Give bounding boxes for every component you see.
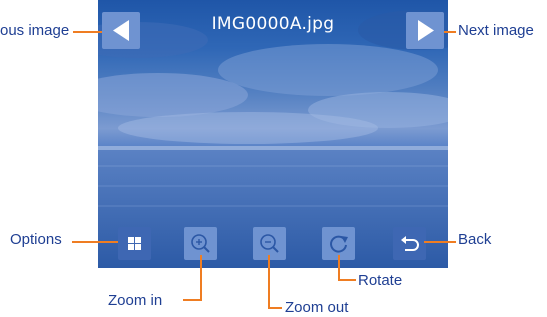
leader-line-zoom-in-vertical	[200, 255, 202, 300]
previous-image-button[interactable]	[102, 12, 140, 49]
callout-next-image: Next image	[458, 22, 534, 39]
leader-line-previous	[73, 31, 102, 33]
options-button[interactable]	[118, 227, 151, 260]
triangle-left-icon	[113, 20, 129, 41]
leader-line-rotate-horizontal	[338, 279, 356, 281]
triangle-right-icon	[418, 20, 434, 41]
callout-options: Options	[10, 231, 62, 248]
next-image-button[interactable]	[406, 12, 444, 49]
callout-zoom-in: Zoom in	[108, 292, 163, 309]
leader-line-zoom-in-horizontal	[183, 299, 202, 301]
back-arrow-icon	[401, 236, 419, 251]
leader-line-back	[424, 241, 456, 243]
callout-zoom-out: Zoom out	[285, 299, 349, 316]
callout-back: Back	[458, 231, 492, 248]
leader-line-rotate-vertical	[338, 255, 340, 280]
callout-previous-image: ous image	[0, 22, 70, 39]
callout-rotate: Rotate	[358, 272, 403, 289]
image-viewer-screen: IMG0000A.jpg	[98, 0, 448, 268]
image-filename: IMG0000A.jpg	[211, 14, 335, 34]
leader-line-options	[72, 241, 118, 243]
leader-line-next	[444, 31, 456, 33]
leader-line-zoom-out-horizontal	[268, 307, 282, 309]
leader-line-zoom-out-vertical	[268, 255, 270, 308]
back-button[interactable]	[393, 227, 426, 260]
grid-icon	[128, 237, 141, 250]
